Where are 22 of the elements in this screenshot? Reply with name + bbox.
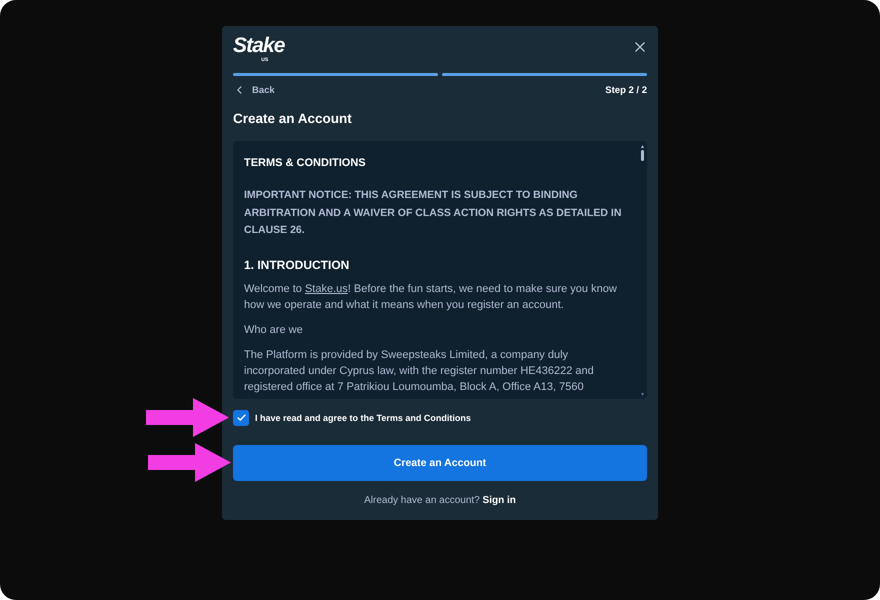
paragraph-text: Welcome to Stake.us! Before the fun starts, we need to make sure you know how we operate and what it means when you register an account. [244, 282, 618, 312]
paragraph-text: The Platform is provided by Sweepsteaks Limited, a company duly incorporated under Cyprus law, with the register number HE436222 and registered office at 7 Patrikiou Loumoumba, Block A, Office A13, 7560 [244, 348, 595, 394]
notice-paragraph: IMPORTANT NOTICE: THIS AGREEMENT IS SUBJECT TO BINDING ARBITRATION AND A WAIVER OF CLASS ACTION RIGHTS AS DETAILED IN CLAUSE 26. [244, 188, 622, 238]
close-icon[interactable] [635, 42, 645, 52]
section-heading: 1. INTRODUCTION [244, 256, 350, 272]
paragraph-text: Who are we [244, 322, 304, 338]
scroll-down-icon[interactable] [641, 392, 644, 396]
chevron-left-icon [237, 86, 242, 94]
checkbox-label: I have read and agree to the Terms and Conditions [255, 412, 471, 422]
scrollbar-thumb[interactable] [641, 150, 644, 161]
checkbox[interactable] [233, 410, 249, 426]
sign-in-prompt: Already have an account? Sign in [363, 494, 517, 508]
terms-title: TERMS & CONDITIONS [244, 156, 367, 171]
text-link[interactable]: Stake.us [304, 282, 348, 294]
create-account-button[interactable]: Create an Account [233, 444, 647, 480]
back-button[interactable]: Back [233, 84, 275, 96]
step-indicator: Step 2 / 2 [605, 84, 647, 96]
scroll-up-icon[interactable] [641, 145, 644, 148]
sign-in-link[interactable]: Sign in [482, 494, 516, 506]
logo-text: Stake [233, 35, 285, 57]
checkmark-icon [236, 414, 246, 421]
form-title: Create an Account [233, 111, 353, 127]
